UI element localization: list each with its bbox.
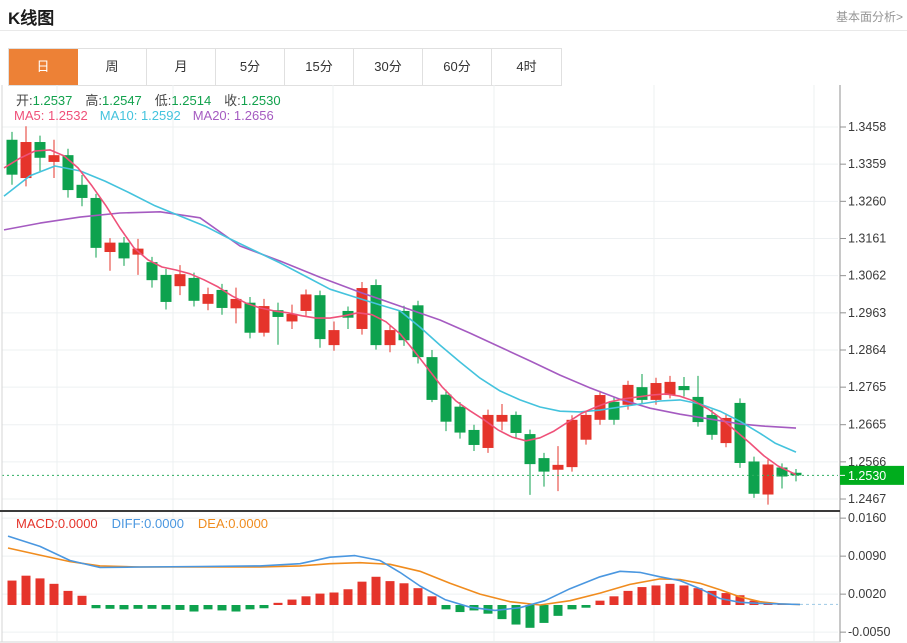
ma5-label: MA5: xyxy=(14,108,44,123)
ma5-value: 1.2532 xyxy=(48,108,88,123)
svg-text:1.3260: 1.3260 xyxy=(848,194,886,208)
chart-frame xyxy=(0,85,840,642)
gridlines xyxy=(2,85,838,641)
timeframe-tabs: 日 周 月 5分 15分 30分 60分 4时 xyxy=(8,48,562,86)
ma10-value: 1.2592 xyxy=(141,108,181,123)
ma20-line xyxy=(4,212,796,428)
tab-60min[interactable]: 60分 xyxy=(423,49,492,85)
ohlc-legend: 开:1.2537 高:1.2547 低:1.2514 收:1.2530 xyxy=(16,90,294,109)
fundamental-analysis-link[interactable]: 基本面分析> xyxy=(836,8,903,25)
svg-text:1.3458: 1.3458 xyxy=(848,120,886,134)
ma20-value: 1.2656 xyxy=(234,108,274,123)
svg-text:1.3359: 1.3359 xyxy=(848,157,886,171)
tab-week[interactable]: 周 xyxy=(78,49,147,85)
svg-text:1.2963: 1.2963 xyxy=(848,306,886,320)
page-title: K线图 xyxy=(8,4,54,29)
svg-text:0.0020: 0.0020 xyxy=(848,587,886,601)
open-value: 1.2537 xyxy=(33,93,73,108)
svg-text:1.2530: 1.2530 xyxy=(848,469,886,483)
last-price-tag: 1.2530 xyxy=(840,466,904,485)
diff-value: 0.0000 xyxy=(144,516,184,531)
ma5-line xyxy=(4,150,796,475)
macd-label: MACD: xyxy=(16,516,58,531)
header-divider xyxy=(0,30,907,31)
macd-histogram xyxy=(8,576,801,628)
svg-text:0.0160: 0.0160 xyxy=(848,511,886,525)
diff-line xyxy=(8,536,800,610)
svg-text:1.2864: 1.2864 xyxy=(848,343,886,357)
svg-text:1.3161: 1.3161 xyxy=(848,231,886,245)
tab-5min[interactable]: 5分 xyxy=(216,49,285,85)
tab-month[interactable]: 月 xyxy=(147,49,216,85)
svg-text:1.2765: 1.2765 xyxy=(848,380,886,394)
svg-text:1.3062: 1.3062 xyxy=(848,269,886,283)
kline-widget: K线图 基本面分析> 日 周 月 5分 15分 30分 60分 4时 1.345… xyxy=(0,0,907,643)
price-axis: 1.3458 1.3359 1.3260 1.3161 1.3062 1.2963 1.28… xyxy=(840,120,890,639)
tab-15min[interactable]: 15分 xyxy=(285,49,354,85)
ma10-label: MA10: xyxy=(100,108,138,123)
tab-4hour[interactable]: 4时 xyxy=(492,49,561,85)
low-value: 1.2514 xyxy=(171,93,211,108)
svg-text:1.2467: 1.2467 xyxy=(848,492,886,506)
ma10-line xyxy=(4,166,796,452)
macd-legend: MACD:0.0000DIFF:0.0000DEA:0.0000 xyxy=(16,516,282,531)
high-value: 1.2547 xyxy=(102,93,142,108)
open-label: 开: xyxy=(16,93,33,108)
tab-30min[interactable]: 30分 xyxy=(354,49,423,85)
high-label: 高: xyxy=(85,93,102,108)
low-label: 低: xyxy=(155,93,172,108)
ma-legend: MA5: 1.2532 MA10: 1.2592 MA20: 1.2656 xyxy=(14,108,286,123)
close-label: 收: xyxy=(224,93,241,108)
dea-label: DEA: xyxy=(198,516,228,531)
ma20-label: MA20: xyxy=(193,108,231,123)
candlesticks xyxy=(7,126,802,504)
svg-text:1.2566: 1.2566 xyxy=(848,455,886,469)
svg-text:1.2665: 1.2665 xyxy=(848,418,886,432)
dea-line xyxy=(8,548,800,605)
macd-value: 0.0000 xyxy=(58,516,98,531)
svg-text:0.0090: 0.0090 xyxy=(848,549,886,563)
svg-text:-0.0050: -0.0050 xyxy=(848,625,890,639)
close-value: 1.2530 xyxy=(241,93,281,108)
tab-day[interactable]: 日 xyxy=(9,49,78,85)
dea-value: 0.0000 xyxy=(228,516,268,531)
diff-label: DIFF: xyxy=(112,516,145,531)
